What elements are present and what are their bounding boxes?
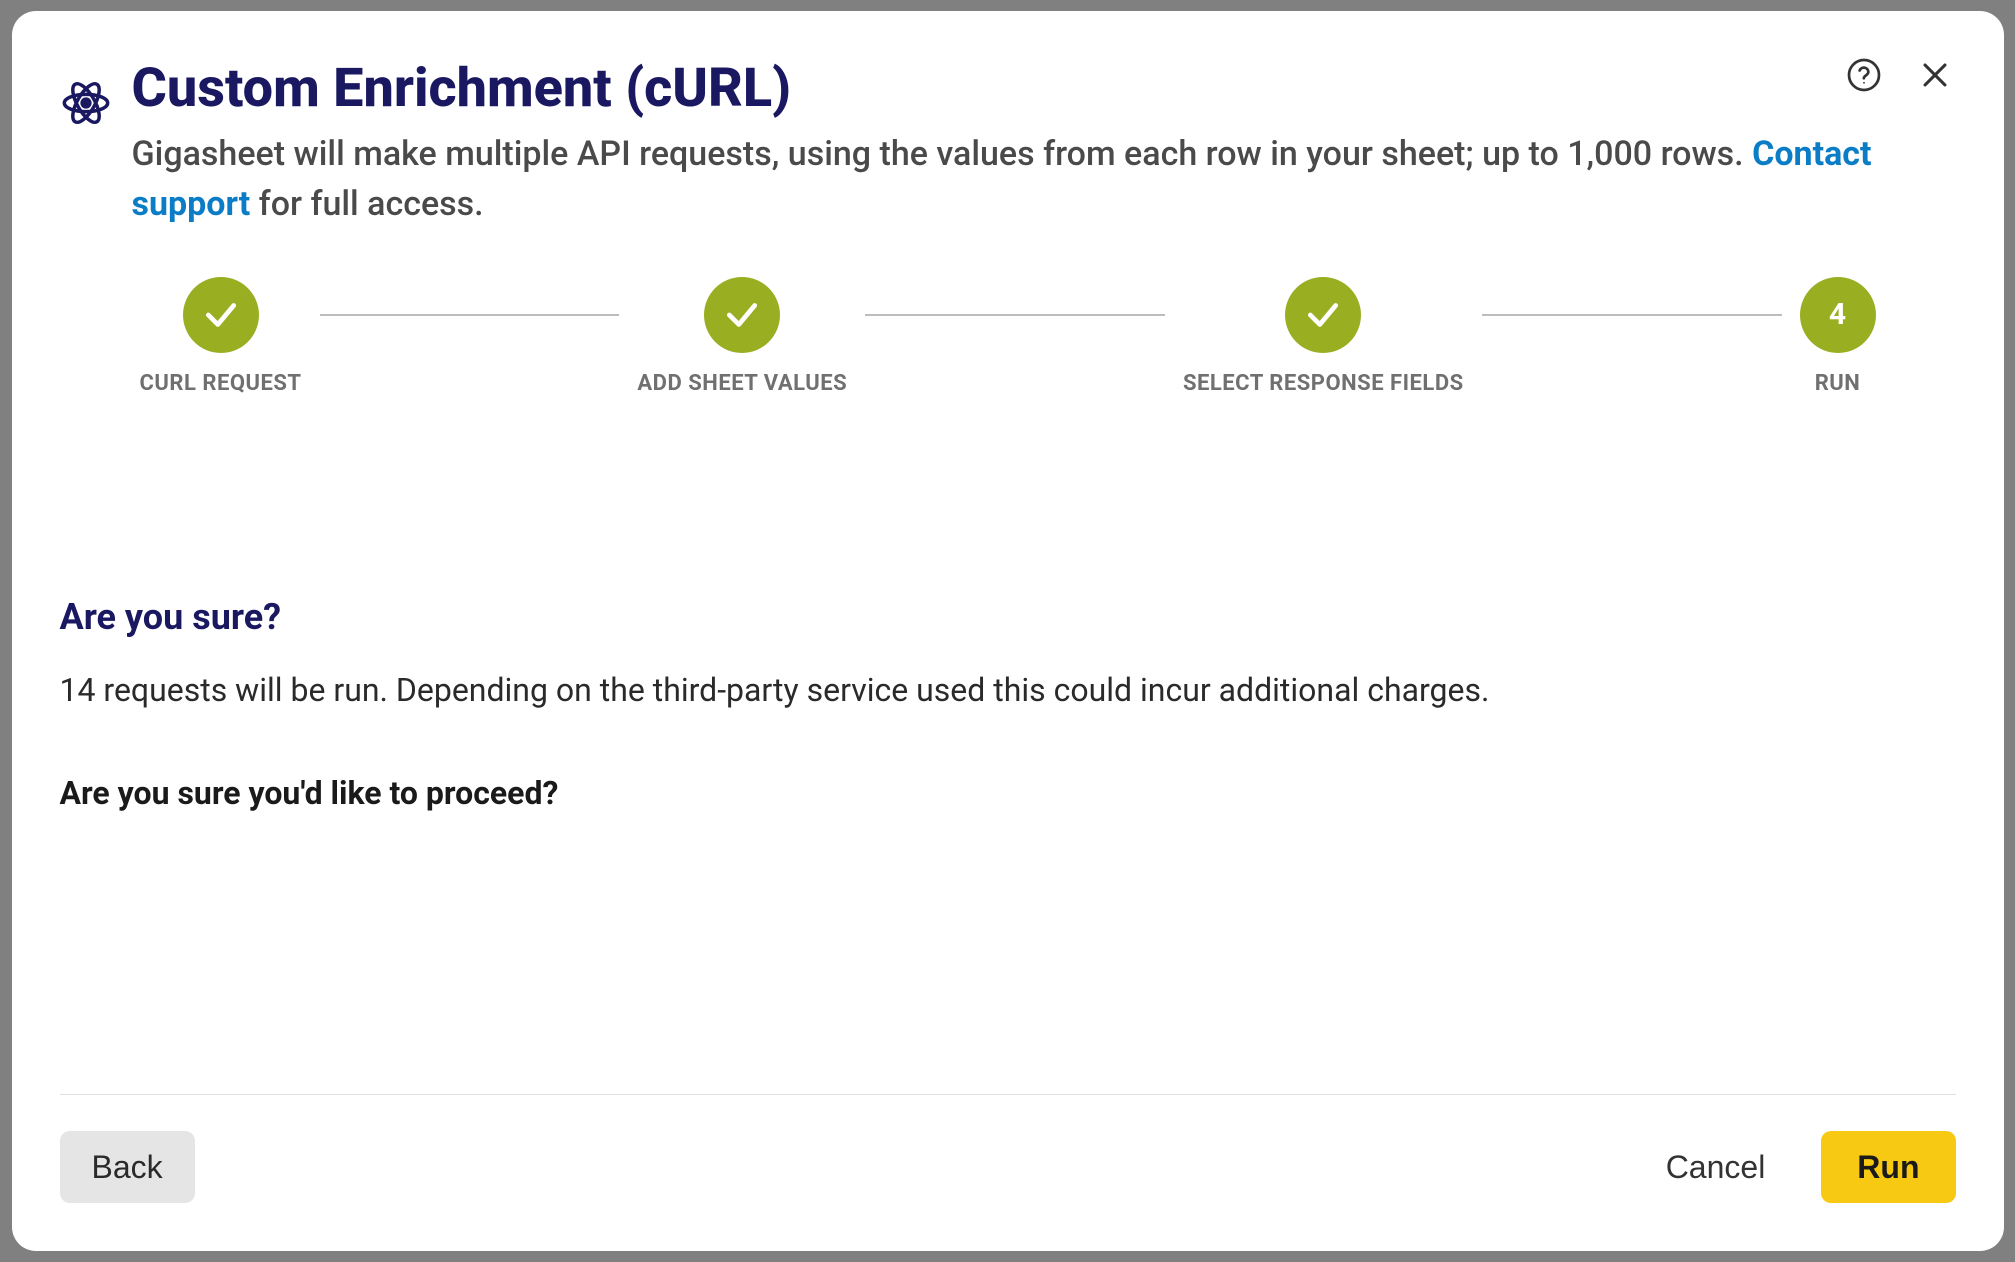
run-button[interactable]: Run xyxy=(1821,1131,1955,1203)
subtitle-prefix: Gigasheet will make multiple API request… xyxy=(132,134,1753,174)
step-divider xyxy=(1482,314,1782,316)
close-icon xyxy=(1918,58,1952,92)
subtitle-suffix: for full access. xyxy=(250,184,483,224)
check-icon xyxy=(1304,296,1342,334)
modal-footer: Back Cancel Run xyxy=(60,1095,1956,1203)
step-label: ADD SHEET VALUES xyxy=(637,371,847,396)
modal-header: Custom Enrichment (cURL) Gigasheet will … xyxy=(60,59,1956,229)
step-run: 4 RUN xyxy=(1800,277,1876,396)
step-divider xyxy=(865,314,1165,316)
confirm-text: 14 requests will be run. Depending on th… xyxy=(60,666,1956,714)
step-add-sheet-values: ADD SHEET VALUES xyxy=(637,277,847,396)
step-number: 4 xyxy=(1829,297,1846,332)
confirm-heading: Are you sure? xyxy=(60,596,1956,638)
step-circle-done xyxy=(183,277,259,353)
check-icon xyxy=(723,296,761,334)
confirm-proceed: Are you sure you'd like to proceed? xyxy=(60,774,1956,812)
confirmation-section: Are you sure? 14 requests will be run. D… xyxy=(60,596,1956,812)
step-divider xyxy=(320,314,620,316)
check-icon xyxy=(202,296,240,334)
atom-icon xyxy=(60,77,112,129)
help-button[interactable] xyxy=(1842,53,1886,97)
cancel-button[interactable]: Cancel xyxy=(1634,1131,1798,1203)
step-label: SELECT RESPONSE FIELDS xyxy=(1183,371,1464,396)
close-button[interactable] xyxy=(1914,54,1956,96)
step-label: RUN xyxy=(1815,371,1861,396)
custom-enrichment-modal: Custom Enrichment (cURL) Gigasheet will … xyxy=(12,11,2004,1251)
modal-subtitle: Gigasheet will make multiple API request… xyxy=(132,130,1956,229)
step-circle-current: 4 xyxy=(1800,277,1876,353)
step-select-response-fields: SELECT RESPONSE FIELDS xyxy=(1183,277,1464,396)
header-actions xyxy=(1842,53,1956,97)
stepper: CURL REQUEST ADD SHEET VALUES SELECT RES… xyxy=(140,277,1876,396)
modal-title: Custom Enrichment (cURL) xyxy=(132,59,1956,118)
step-curl-request: CURL REQUEST xyxy=(140,277,302,396)
back-button[interactable]: Back xyxy=(60,1131,195,1203)
step-label: CURL REQUEST xyxy=(140,371,302,396)
help-icon xyxy=(1846,57,1882,93)
step-circle-done xyxy=(1285,277,1361,353)
step-circle-done xyxy=(704,277,780,353)
header-text: Custom Enrichment (cURL) Gigasheet will … xyxy=(132,59,1956,229)
